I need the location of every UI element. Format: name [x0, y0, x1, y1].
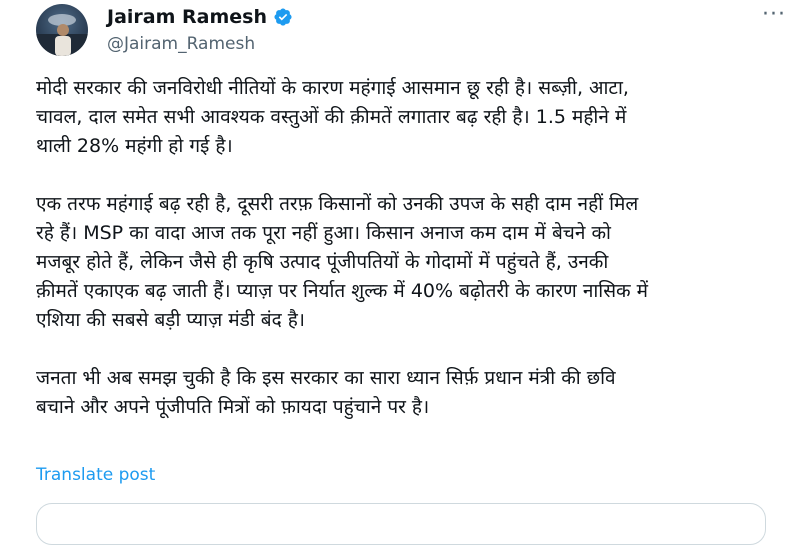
author-block: Jairam Ramesh @Jairam_Ramesh: [107, 5, 293, 55]
tweet-text: मोदी सरकार की जनविरोधी नीतियों के कारण म…: [36, 74, 788, 422]
more-horizontal-icon: ···: [762, 2, 786, 27]
avatar[interactable]: [36, 4, 88, 56]
tweet-paragraph: मोदी सरकार की जनविरोधी नीतियों के कारण म…: [36, 77, 629, 157]
more-options-button[interactable]: ···: [762, 4, 786, 26]
verified-badge-icon[interactable]: [273, 7, 293, 27]
tweet-paragraph: एक तरफ महंगाई बढ़ रही है, दूसरी तरफ़ किस…: [36, 193, 649, 331]
author-display-name[interactable]: Jairam Ramesh: [107, 5, 267, 29]
author-handle[interactable]: @Jairam_Ramesh: [107, 33, 293, 55]
translate-post-link[interactable]: Translate post: [36, 464, 155, 486]
avatar-photo-icon: [36, 14, 88, 56]
tweet-paragraph: जनता भी अब समझ चुकी है कि इस सरकार का सा…: [36, 367, 616, 418]
embedded-card[interactable]: [36, 503, 766, 545]
